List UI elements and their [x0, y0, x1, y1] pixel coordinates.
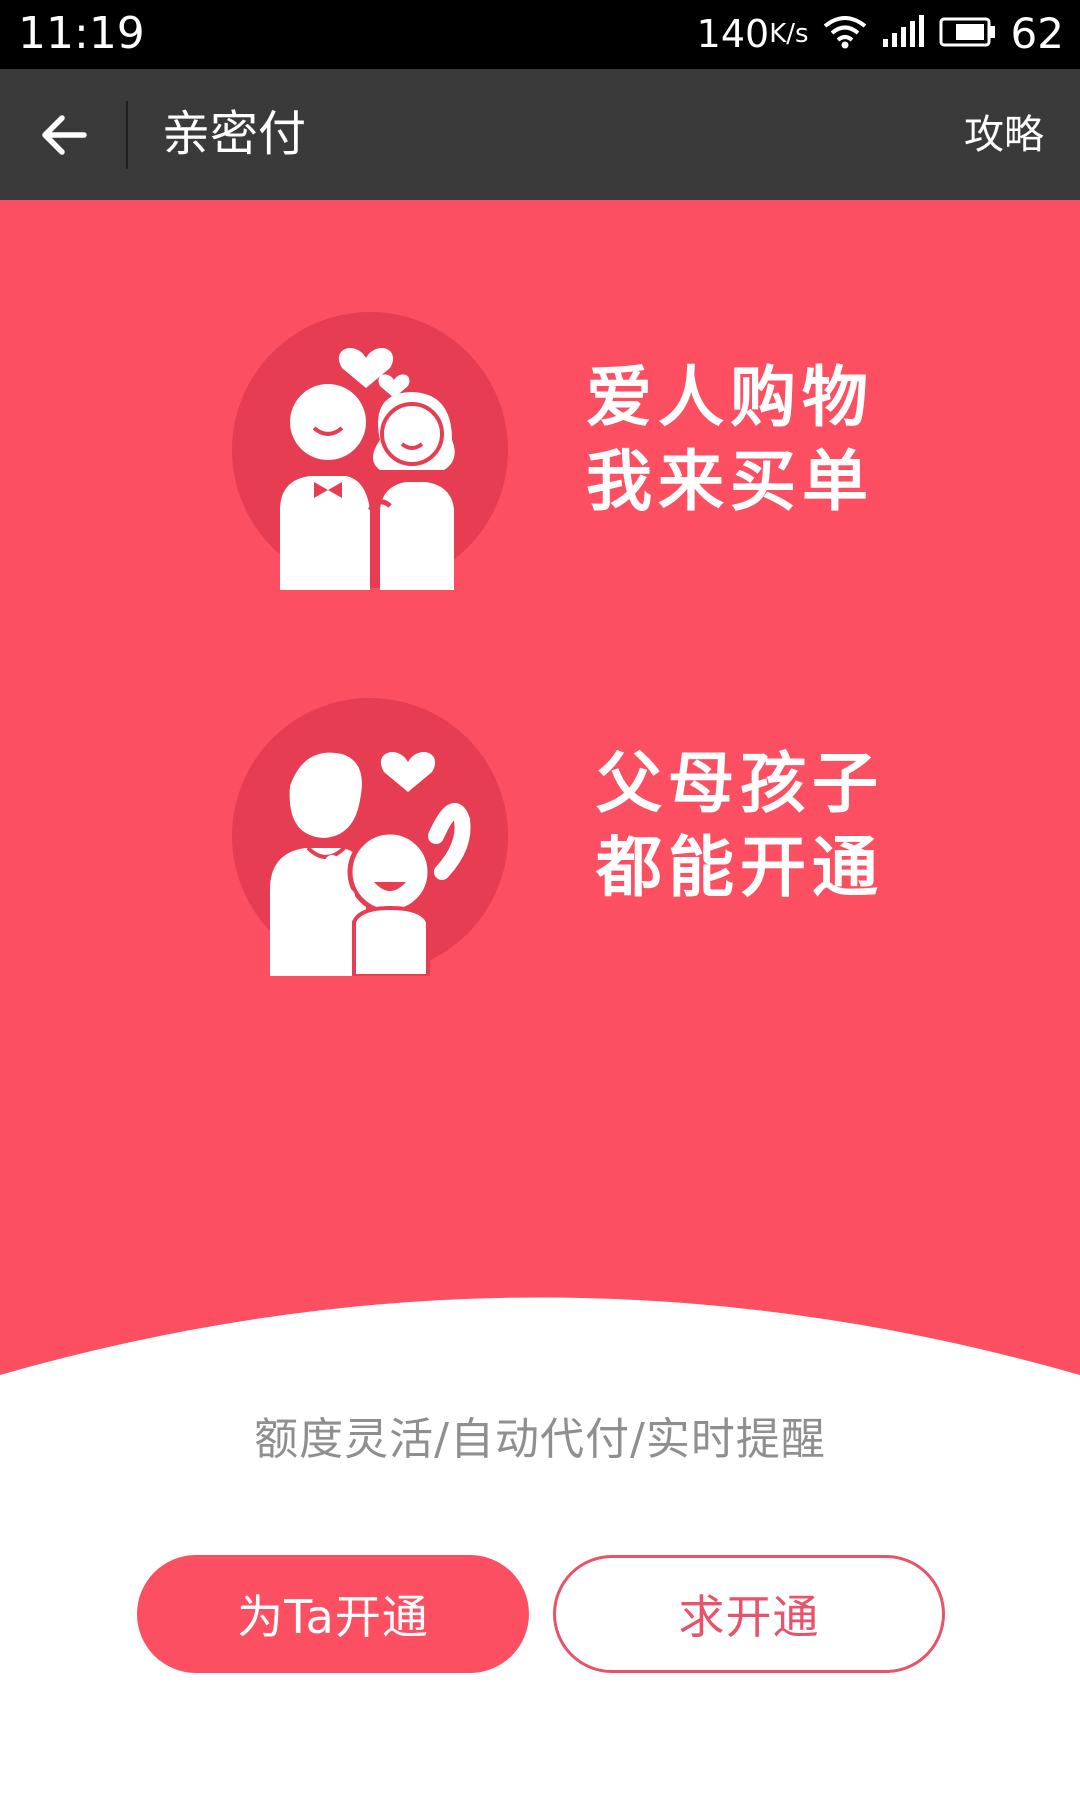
wifi-icon — [823, 14, 867, 54]
feature-couple-line2: 我来买单 — [586, 443, 874, 520]
hero-curve — [0, 1297, 1080, 1400]
arrow-left-icon — [42, 115, 87, 155]
network-speed-value: 140 — [696, 12, 770, 56]
request-open-button[interactable]: 求开通 — [553, 1555, 945, 1673]
battery-level: 62 — [1010, 9, 1064, 58]
network-speed: 140K/s — [697, 8, 809, 60]
signal-icon — [881, 15, 925, 53]
open-for-ta-button[interactable]: 为Ta开通 — [137, 1555, 529, 1673]
feature-couple: 爱人购物 我来买单 — [230, 310, 870, 590]
status-time: 11:19 — [18, 8, 145, 59]
feature-family-line2: 都能开通 — [596, 829, 884, 906]
app-bar: 亲密付 攻略 — [0, 69, 1080, 200]
page-title: 亲密付 — [162, 106, 307, 162]
feature-couple-line1: 爱人购物 — [586, 359, 874, 436]
feature-family: 父母孩子 都能开通 — [230, 696, 878, 976]
status-indicators: 140K/s 62 — [697, 8, 1064, 60]
network-speed-unit: K/s — [769, 19, 809, 49]
guide-link[interactable]: 攻略 — [964, 105, 1044, 165]
back-button[interactable] — [28, 99, 100, 171]
feature-family-line1: 父母孩子 — [596, 745, 884, 822]
status-bar: 11:19 140K/s 62 — [0, 0, 1080, 69]
app-bar-divider — [126, 101, 128, 169]
feature-tagline: 额度灵活/自动代付/实时提醒 — [254, 1414, 826, 1465]
battery-icon — [939, 17, 997, 51]
hero-banner: 爱人购物 我来买单 父母孩子 都能开通 — [0, 200, 1080, 1380]
couple-icon — [232, 312, 508, 590]
parent-child-icon — [232, 698, 508, 976]
